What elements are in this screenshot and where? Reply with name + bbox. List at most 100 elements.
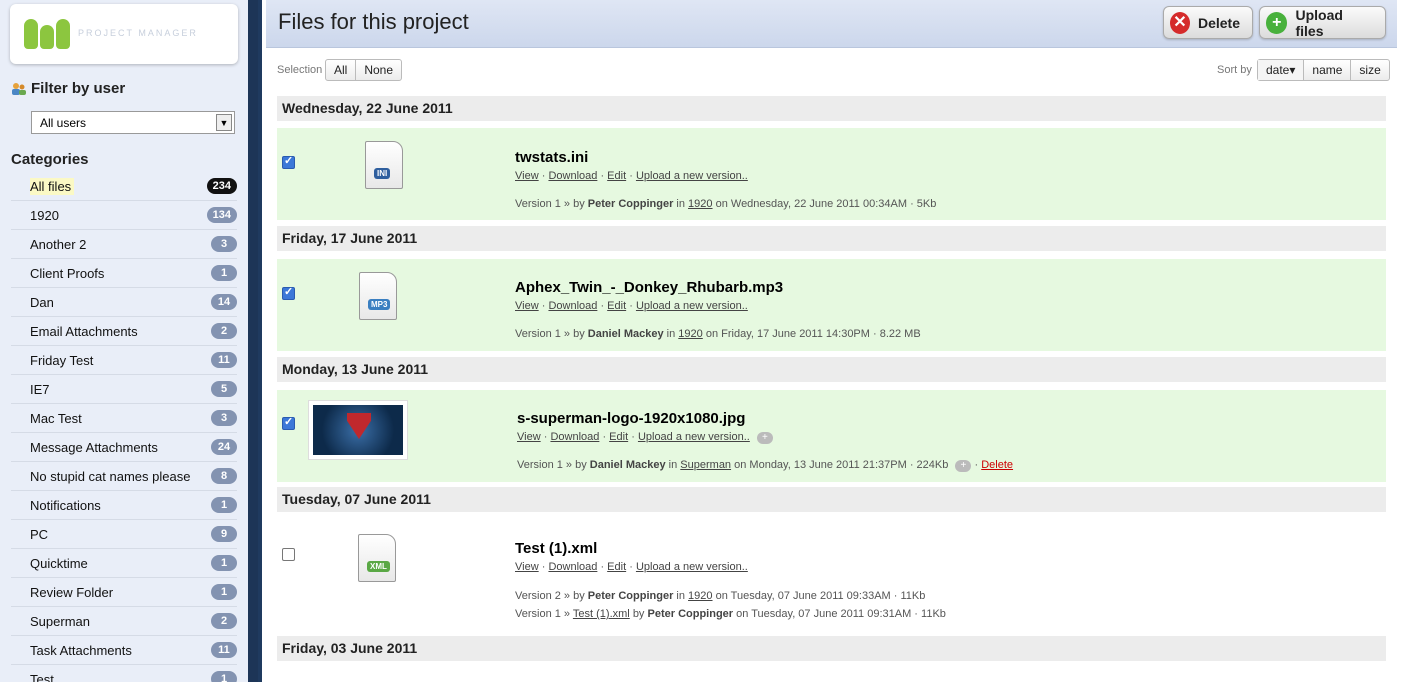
select-all-button[interactable]: All [326,60,357,80]
category-count-badge: 134 [206,207,237,223]
category-label: Test [30,671,54,682]
file-type-tag: XML [367,561,390,572]
category-label: Message Attachments [30,439,158,455]
file-name[interactable]: Test (1).xml [515,540,597,557]
upload-files-button[interactable]: + Upload files [1259,6,1386,39]
download-link[interactable]: Download [548,170,597,182]
edit-link[interactable]: Edit [607,300,626,312]
view-link[interactable]: View [517,431,541,443]
upload-version-link[interactable]: Upload a new version.. [638,431,750,443]
category-item-all-files[interactable]: All files 234 [11,172,237,201]
category-item-review-folder[interactable]: Review Folder 1 [11,578,237,607]
download-link[interactable]: Download [548,300,597,312]
file-row[interactable]: MP3 Aphex_Twin_-_Donkey_Rhubarb.mp3 View… [277,259,1386,351]
comment-icon[interactable]: + [756,432,773,444]
delete-icon: ✕ [1170,11,1190,34]
file-actions: View · Download · Edit · Upload a new ve… [517,431,773,444]
file-checkbox[interactable] [282,415,295,430]
users-icon [11,82,27,96]
file-row[interactable]: XML Test (1).xml View · Download · Edit … [277,520,1386,630]
category-item-superman[interactable]: Superman 2 [11,607,237,636]
category-item-1920[interactable]: 1920 134 [11,201,237,230]
category-link[interactable]: 1920 [688,590,712,602]
file-checkbox[interactable] [282,285,295,300]
file-name[interactable]: Aphex_Twin_-_Donkey_Rhubarb.mp3 [515,279,783,296]
category-item-pc[interactable]: PC 9 [11,520,237,549]
version-by: by [632,608,645,620]
version-prefix: Version 1 » by [515,328,585,340]
category-item-quicktime[interactable]: Quicktime 1 [11,549,237,578]
category-item-test[interactable]: Test 1 [11,665,237,682]
version-user: Daniel Mackey [587,328,664,340]
version-info: Version 1 » by Daniel Mackey in Superman… [517,459,1013,472]
view-link[interactable]: View [515,300,539,312]
view-link[interactable]: View [515,561,539,573]
version-in: in [666,328,676,340]
upload-version-link[interactable]: Upload a new version.. [636,300,748,312]
file-name[interactable]: s-superman-logo-1920x1080.jpg [517,410,745,427]
user-filter-select[interactable]: All users ▼ [31,111,235,134]
delete-button-label: Delete [1197,14,1240,31]
category-link[interactable]: 1920 [688,198,712,210]
delete-version-link[interactable]: Delete [981,459,1013,471]
download-link[interactable]: Download [548,561,597,573]
version-file-link[interactable]: Test (1).xml [573,608,630,620]
user-filter-value: All users [40,116,87,130]
category-link[interactable]: 1920 [678,328,702,340]
category-item-notifications[interactable]: Notifications 1 [11,491,237,520]
category-item-ie7[interactable]: IE7 5 [11,375,237,404]
file-row[interactable]: s-superman-logo-1920x1080.jpg View · Dow… [277,390,1386,482]
separator: · [974,459,979,471]
file-name[interactable]: twstats.ini [515,149,588,166]
file-checkbox[interactable] [282,154,295,169]
filter-by-user-heading: Filter by user [11,80,125,97]
upload-version-link[interactable]: Upload a new version.. [636,170,748,182]
download-link[interactable]: Download [550,431,599,443]
version-user: Peter Coppinger [587,590,674,602]
edit-link[interactable]: Edit [607,561,626,573]
category-count-badge: 11 [211,352,237,368]
separator: · [541,561,546,573]
logo-subtitle: PROJECT MANAGER [78,27,198,38]
sort-size-button[interactable]: size [1351,60,1388,80]
category-count-badge: 1 [211,497,237,513]
ini-file-icon: INI [365,141,403,189]
category-item-task-attachments[interactable]: Task Attachments 11 [11,636,237,665]
file-row[interactable]: INI twstats.ini View · Download · Edit ·… [277,128,1386,220]
upload-version-link[interactable]: Upload a new version.. [636,561,748,573]
delete-button[interactable]: ✕ Delete [1163,6,1253,39]
page-title: Files for this project [278,9,469,34]
edit-link[interactable]: Edit [609,431,628,443]
category-item-another-2[interactable]: Another 2 3 [11,230,237,259]
category-label: Mac Test [30,410,82,426]
select-none-button[interactable]: None [356,60,401,80]
category-count-badge: 2 [211,323,237,339]
date-group-header: Tuesday, 07 June 2011 [277,487,1386,512]
category-item-dan[interactable]: Dan 14 [11,288,237,317]
view-link[interactable]: View [515,170,539,182]
category-item-email-attachments[interactable]: Email Attachments 2 [11,317,237,346]
sort-name-button[interactable]: name [1304,60,1352,80]
file-checkbox[interactable] [282,548,295,561]
date-group-header: Monday, 13 June 2011 [277,357,1386,382]
category-item-client-proofs[interactable]: Client Proofs 1 [11,259,237,288]
category-label: Email Attachments [30,323,138,339]
chevron-down-icon[interactable]: ▼ [216,114,232,131]
category-item-friday-test[interactable]: Friday Test 11 [11,346,237,375]
comment-icon[interactable]: + [955,460,972,472]
category-item-message-attachments[interactable]: Message Attachments 24 [11,433,237,462]
version-in: in [668,459,678,471]
version-user: Peter Coppinger [587,198,674,210]
category-count-badge: 2 [211,613,237,629]
mp3-file-icon: MP3 [359,272,397,320]
sort-date-button[interactable]: date▾ [1258,60,1305,80]
category-count-badge: 1 [211,584,237,600]
edit-link[interactable]: Edit [607,170,626,182]
category-item-mac-test[interactable]: Mac Test 3 [11,404,237,433]
logo[interactable]: teamworkPM PROJECT MANAGER [10,4,238,64]
version-suffix: on Monday, 13 June 2011 21:37PM · 224Kb [734,459,949,471]
category-item-no-stupid-cat-names[interactable]: No stupid cat names please 8 [11,462,237,491]
image-thumbnail[interactable] [308,400,408,460]
category-link[interactable]: Superman [680,459,731,471]
sidebar: teamworkPM PROJECT MANAGER Filter by use… [0,0,248,682]
